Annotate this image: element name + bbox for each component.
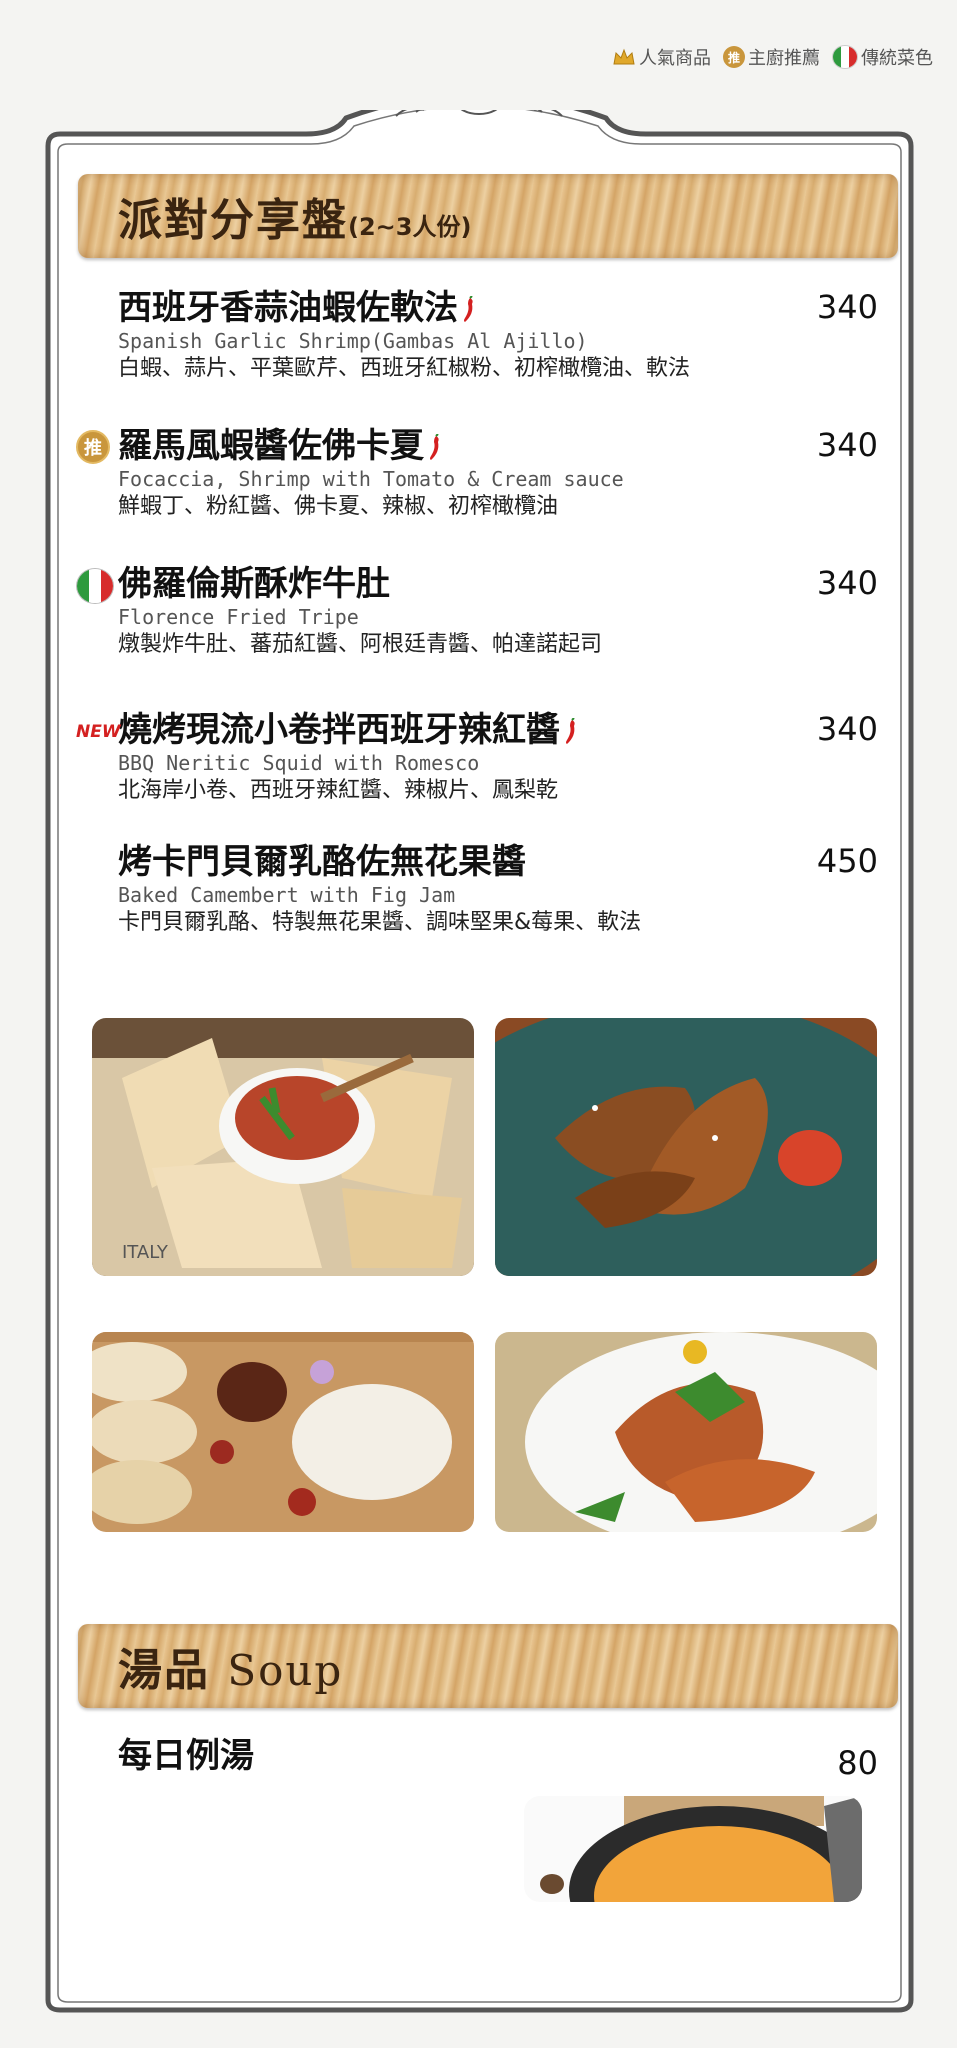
section-title-soup: 湯品 Soup [118,1634,343,1698]
food-photo-soup [524,1796,862,1902]
legend-chef: 推 主廚推薦 [723,44,820,70]
legend-popular-label: 人氣商品 [639,48,711,69]
food-photo-camembert [92,1332,474,1532]
menu-item: 每日例湯 80 [118,1736,878,1782]
dish-price: 340 [816,426,878,464]
dish-ingredients: 白蝦、蒜片、平葉歐芹、西班牙紅椒粉、初榨橄欖油、軟法 [118,356,691,381]
dish-ingredients: 鮮蝦丁、粉紅醬、佛卡夏、辣椒、初榨橄欖油 [118,494,559,519]
section-title-english: Soup [227,1646,344,1695]
crown-icon [613,48,635,65]
dish-name: 烤卡門貝爾乳酪佐無花果醬 [118,842,526,882]
photo-newspaper-text: ITALY [122,1242,169,1263]
chili-pepper-icon [430,433,439,460]
dish-english-name: BBQ Neritic Squid with Romesco [118,751,480,775]
dish-price: 340 [816,710,878,748]
food-photo-squid [495,1332,877,1532]
dish-price: 340 [816,288,878,326]
menu-item: 佛羅倫斯酥炸牛肚 Florence Fried Tripe 燉製炸牛肚、蕃茄紅醬… [76,564,878,660]
section-banner-soup: 湯品 Soup [78,1624,898,1708]
dish-english-name: Focaccia, Shrimp with Tomato & Cream sau… [118,467,624,491]
italy-flag-icon [76,568,114,604]
chef-recommend-badge: 推 [76,430,110,464]
section-title-party: 派對分享盤(2~3人份) [118,184,471,248]
dish-name: 佛羅倫斯酥炸牛肚 [118,564,390,604]
chili-pepper-icon [566,717,575,744]
focaccia-image: ITALY [92,1018,474,1276]
menu-item: 西班牙香蒜油蝦佐軟法 Spanish Garlic Shrimp(Gambas … [118,288,878,384]
dish-name: 西班牙香蒜油蝦佐軟法 [118,288,878,328]
dish-price: 80 [837,1744,878,1782]
section-title-text: 派對分享盤 [118,195,348,246]
dish-name: 每日例湯 [118,1736,254,1776]
food-photo-tripe [495,1018,877,1276]
soup-image [524,1796,862,1902]
legend-chef-label: 主廚推薦 [748,48,820,69]
dish-name: 燒烤現流小卷拌西班牙辣紅醬 [118,710,878,750]
dish-ingredients: 卡門貝爾乳酪、特製無花果醬、調味堅果&莓果、軟法 [118,910,642,935]
section-title-text: 湯品 [118,1645,210,1696]
section-subtitle: (2~3人份) [348,213,472,241]
dish-name: 羅馬風蝦醬佐佛卡夏 [118,426,878,466]
chili-pepper-icon [464,295,473,322]
food-photo-focaccia: ITALY [92,1018,474,1276]
tripe-image [495,1018,877,1276]
dish-english-name: Baked Camembert with Fig Jam [118,883,456,907]
dish-name-text: 羅馬風蝦醬佐佛卡夏 [118,426,424,466]
legend-traditional: 傳統菜色 [832,44,933,70]
italy-flag-icon [832,45,858,69]
dish-price: 340 [816,564,878,602]
dish-price: 450 [816,842,878,880]
squid-image [495,1332,877,1532]
dish-name-text: 燒烤現流小卷拌西班牙辣紅醬 [118,710,560,750]
dish-english-name: Florence Fried Tripe [118,605,359,629]
dish-english-name: Spanish Garlic Shrimp(Gambas Al Ajillo) [118,329,588,353]
dish-ingredients: 北海岸小卷、西班牙辣紅醬、辣椒片、鳳梨乾 [118,778,559,803]
dish-ingredients: 燉製炸牛肚、蕃茄紅醬、阿根廷青醬、帕達諾起司 [118,632,603,657]
menu-item: 推 羅馬風蝦醬佐佛卡夏 Focaccia, Shrimp with Tomato… [76,426,878,522]
menu-item: 烤卡門貝爾乳酪佐無花果醬 Baked Camembert with Fig Ja… [118,842,878,938]
legend-traditional-label: 傳統菜色 [861,48,933,69]
dish-name-text: 西班牙香蒜油蝦佐軟法 [118,288,458,328]
chef-badge-icon: 推 [723,46,745,68]
legend: 人氣商品 推 主廚推薦 傳統菜色 [612,44,933,70]
camembert-image [92,1332,474,1532]
section-banner-party: 派對分享盤(2~3人份) [78,174,898,258]
menu-item: NEW 燒烤現流小卷拌西班牙辣紅醬 BBQ Neritic Squid with… [76,710,878,806]
legend-popular: 人氣商品 [612,44,711,70]
new-badge: NEW [76,722,121,742]
